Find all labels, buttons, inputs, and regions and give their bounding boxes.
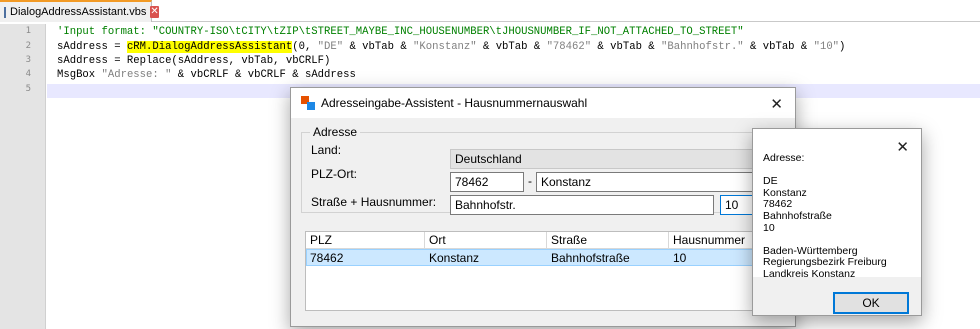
code-token: sAddress = Replace(sAddress, vbTab, vbCR… bbox=[57, 55, 331, 67]
code-token: "DE" bbox=[317, 41, 344, 53]
code-token: & vbTab & bbox=[476, 41, 547, 53]
zipcity-label: PLZ-Ort: bbox=[311, 167, 358, 181]
column-header-ort[interactable]: Ort bbox=[427, 232, 446, 248]
app-icon bbox=[301, 96, 315, 110]
grid-header: PLZ Ort Straße Hausnummer bbox=[306, 232, 786, 249]
column-header-plz[interactable]: PLZ bbox=[308, 232, 332, 248]
code-token: "Konstanz" bbox=[413, 41, 477, 53]
column-header-strasse[interactable]: Straße bbox=[549, 232, 587, 248]
dialog-title: Adresseingabe-Assistent - Hausnummernaus… bbox=[321, 96, 588, 110]
country-label: Land: bbox=[311, 143, 342, 157]
code-token: (0, bbox=[292, 41, 318, 53]
street-field[interactable]: Bahnhofstr. bbox=[450, 195, 714, 215]
code-line: MsgBox "Adresse: " & vbCRLF & vbCRLF & s… bbox=[57, 69, 356, 81]
cell-plz: 78462 bbox=[310, 251, 344, 265]
message-box: ✕ Adresse: DE Konstanz 78462 Bahnhofstra… bbox=[752, 128, 922, 316]
editor-tabbar: DialogAddressAssistant.vbs ✕ bbox=[0, 0, 980, 22]
dialog-titlebar[interactable]: Adresseingabe-Assistent - Hausnummernaus… bbox=[291, 88, 795, 118]
code-token: & vbTab & bbox=[743, 41, 814, 53]
editor-tab-title: DialogAddressAssistant.vbs bbox=[10, 6, 147, 18]
line-number: 1 bbox=[25, 26, 31, 36]
code-token: 'Input format: "COUNTRY-ISO\tCITY\tZIP\t… bbox=[57, 26, 744, 38]
group-label: Adresse bbox=[310, 125, 361, 139]
city-field[interactable]: Konstanz bbox=[536, 172, 780, 192]
highlighted-token: cRM.DialogAddressAssistant bbox=[126, 41, 293, 53]
table-row[interactable]: 78462 Konstanz Bahnhofstraße 10 bbox=[306, 249, 786, 266]
cell-strasse: Bahnhofstraße bbox=[551, 251, 630, 265]
code-token: "Adresse: " bbox=[101, 69, 172, 81]
code-token: & vbTab & bbox=[343, 41, 414, 53]
close-icon[interactable]: ✕ bbox=[896, 138, 909, 156]
cell-ort: Konstanz bbox=[429, 251, 480, 265]
message-body: ✕ Adresse: DE Konstanz 78462 Bahnhofstra… bbox=[753, 129, 921, 280]
code-line: 'Input format: "COUNTRY-ISO\tCITY\tZIP\t… bbox=[57, 26, 744, 38]
code-token: & vbTab & bbox=[591, 41, 662, 53]
column-header-hausnummer[interactable]: Hausnummer bbox=[671, 232, 745, 248]
zip-field[interactable]: 78462 bbox=[450, 172, 524, 192]
code-line: sAddress = Replace(sAddress, vbTab, vbCR… bbox=[57, 55, 330, 67]
line-number: 3 bbox=[25, 55, 31, 65]
code-token: ) bbox=[839, 41, 846, 53]
code-token: "10" bbox=[813, 41, 840, 53]
line-number: 5 bbox=[25, 84, 31, 94]
line-number: 2 bbox=[25, 41, 31, 51]
code-token: "78462" bbox=[546, 41, 592, 53]
file-icon bbox=[4, 6, 6, 18]
country-field[interactable]: Deutschland bbox=[450, 149, 780, 169]
address-assistant-dialog: Adresseingabe-Assistent - Hausnummernaus… bbox=[290, 87, 796, 327]
street-label: Straße + Hausnummer: bbox=[311, 195, 437, 209]
code-token: "Bahnhofstr." bbox=[661, 41, 744, 53]
address-group: Adresse Land: Deutschland PLZ-Ort: 78462… bbox=[301, 125, 787, 215]
ok-button[interactable]: OK bbox=[833, 292, 909, 314]
line-number-gutter: 1 2 3 4 5 bbox=[0, 24, 46, 329]
cell-hausnummer: 10 bbox=[673, 251, 687, 265]
editor-tab[interactable]: DialogAddressAssistant.vbs ✕ bbox=[0, 0, 159, 22]
zipcity-dash: - bbox=[528, 174, 532, 188]
code-token: MsgBox bbox=[57, 69, 102, 81]
code-line: sAddress = cRM.DialogAddressAssistant(0,… bbox=[57, 41, 845, 53]
code-token: & vbCRLF & vbCRLF & sAddress bbox=[171, 69, 356, 81]
message-text: Adresse: DE Konstanz 78462 Bahnhofstraße… bbox=[763, 152, 887, 280]
close-tab-icon[interactable]: ✕ bbox=[150, 6, 159, 18]
close-icon[interactable]: ✕ bbox=[770, 95, 783, 113]
code-token: sAddress = bbox=[57, 41, 127, 53]
line-number: 4 bbox=[25, 69, 31, 79]
housenumber-grid[interactable]: PLZ Ort Straße Hausnummer 78462 Konstanz… bbox=[305, 231, 787, 311]
